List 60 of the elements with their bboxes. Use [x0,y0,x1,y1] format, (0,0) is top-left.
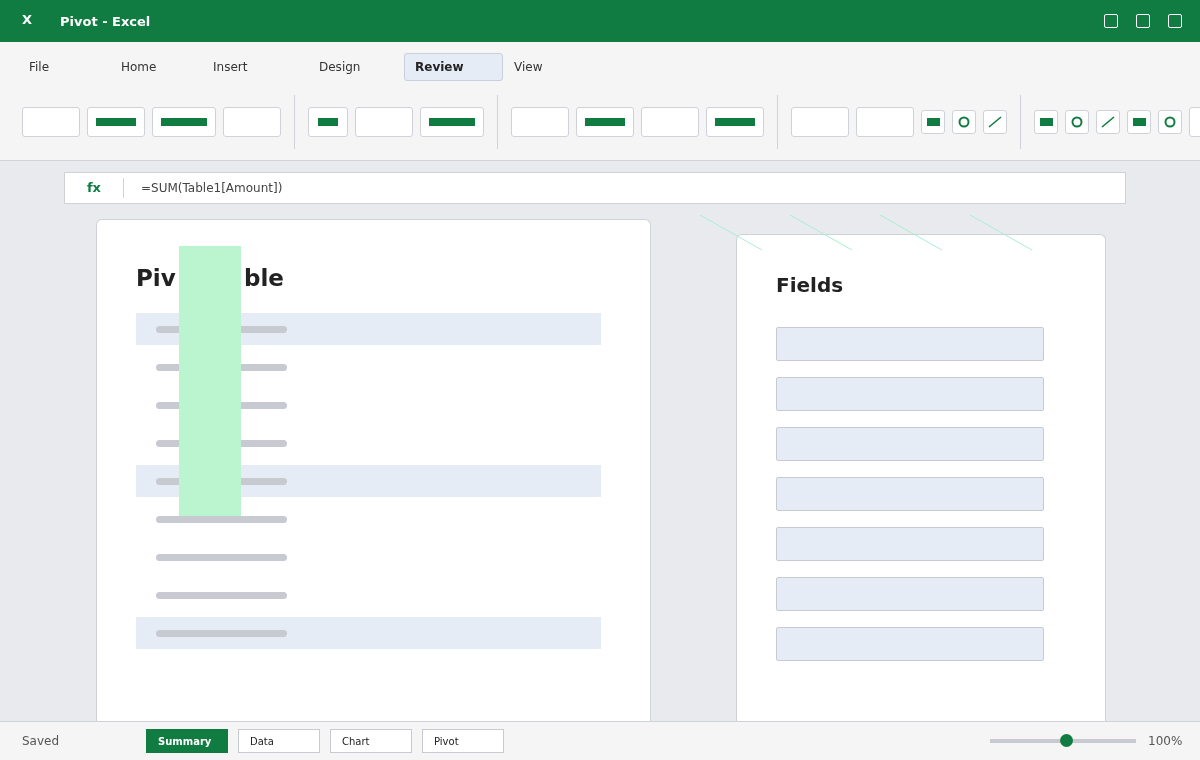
save-status: Saved [22,734,61,748]
ribbon-button[interactable] [1034,110,1058,134]
ribbon-button[interactable] [706,107,764,137]
field-slot[interactable] [776,477,1044,511]
field-slot[interactable] [776,377,1044,411]
ribbon-button[interactable] [1065,110,1089,134]
slider-thumb[interactable] [1059,734,1073,747]
bar-icon [715,118,755,126]
ribbon-button[interactable] [152,107,216,137]
ribbon-button[interactable] [576,107,634,137]
bar-icon [585,118,625,126]
line-icon [988,116,1002,128]
sheet-tab[interactable]: Data [238,729,320,753]
ribbon-button[interactable] [952,110,976,134]
ribbon-tab[interactable]: File [18,53,110,81]
circle-icon [958,116,970,128]
minimize-icon[interactable] [1104,14,1118,28]
ribbon-tab[interactable]: Review [404,53,503,81]
maximize-icon[interactable] [1136,14,1150,28]
square-icon [1132,118,1146,126]
ribbon-button[interactable] [308,107,348,137]
field-slot[interactable] [776,627,1044,661]
field-slot[interactable] [776,427,1044,461]
formula-text: =SUM(Table1[Amount]) [140,181,283,195]
ribbon-button[interactable] [1127,110,1151,134]
ribbon-tab[interactable]: Design [308,53,404,81]
ribbon-button[interactable] [87,107,145,137]
ribbon-button[interactable] [1096,110,1120,134]
ribbon-tab[interactable]: Insert [202,53,308,81]
pivot-row[interactable] [136,617,601,649]
sheet-tab[interactable]: Chart [330,729,412,753]
window-title: Pivot - Excel [60,13,152,29]
bar-icon [318,118,338,126]
card-title: ble [244,265,284,291]
field-slot[interactable] [776,327,1044,361]
ribbon-button[interactable] [983,110,1007,134]
line-icon [1101,116,1115,128]
field-slot[interactable] [776,527,1044,561]
sheet-tab[interactable]: Summary [146,729,228,753]
circle-icon [1071,116,1083,128]
bar-icon [429,118,475,126]
ribbon-button[interactable] [420,107,484,137]
ribbon-tab[interactable]: View [503,53,563,81]
card-title: Piv [136,265,176,291]
square-icon [926,118,940,126]
ribbon-button[interactable] [1158,110,1182,134]
card-title: Fields [776,273,845,297]
close-icon[interactable] [1168,14,1182,28]
zoom-level: 100% [1148,734,1184,748]
formula-bar[interactable]: fx =SUM(Table1[Amount]) [64,172,1126,204]
sheet-tab[interactable]: Pivot [422,729,504,753]
app-logo: X [22,11,34,27]
bar-icon [96,118,136,126]
ribbon-tab[interactable]: Home [110,53,202,81]
circle-icon [1164,116,1176,128]
square-icon [1039,118,1053,126]
function-label: fx [65,178,124,198]
ribbon-button[interactable] [921,110,945,134]
bar-icon [161,118,207,126]
field-slot[interactable] [776,577,1044,611]
